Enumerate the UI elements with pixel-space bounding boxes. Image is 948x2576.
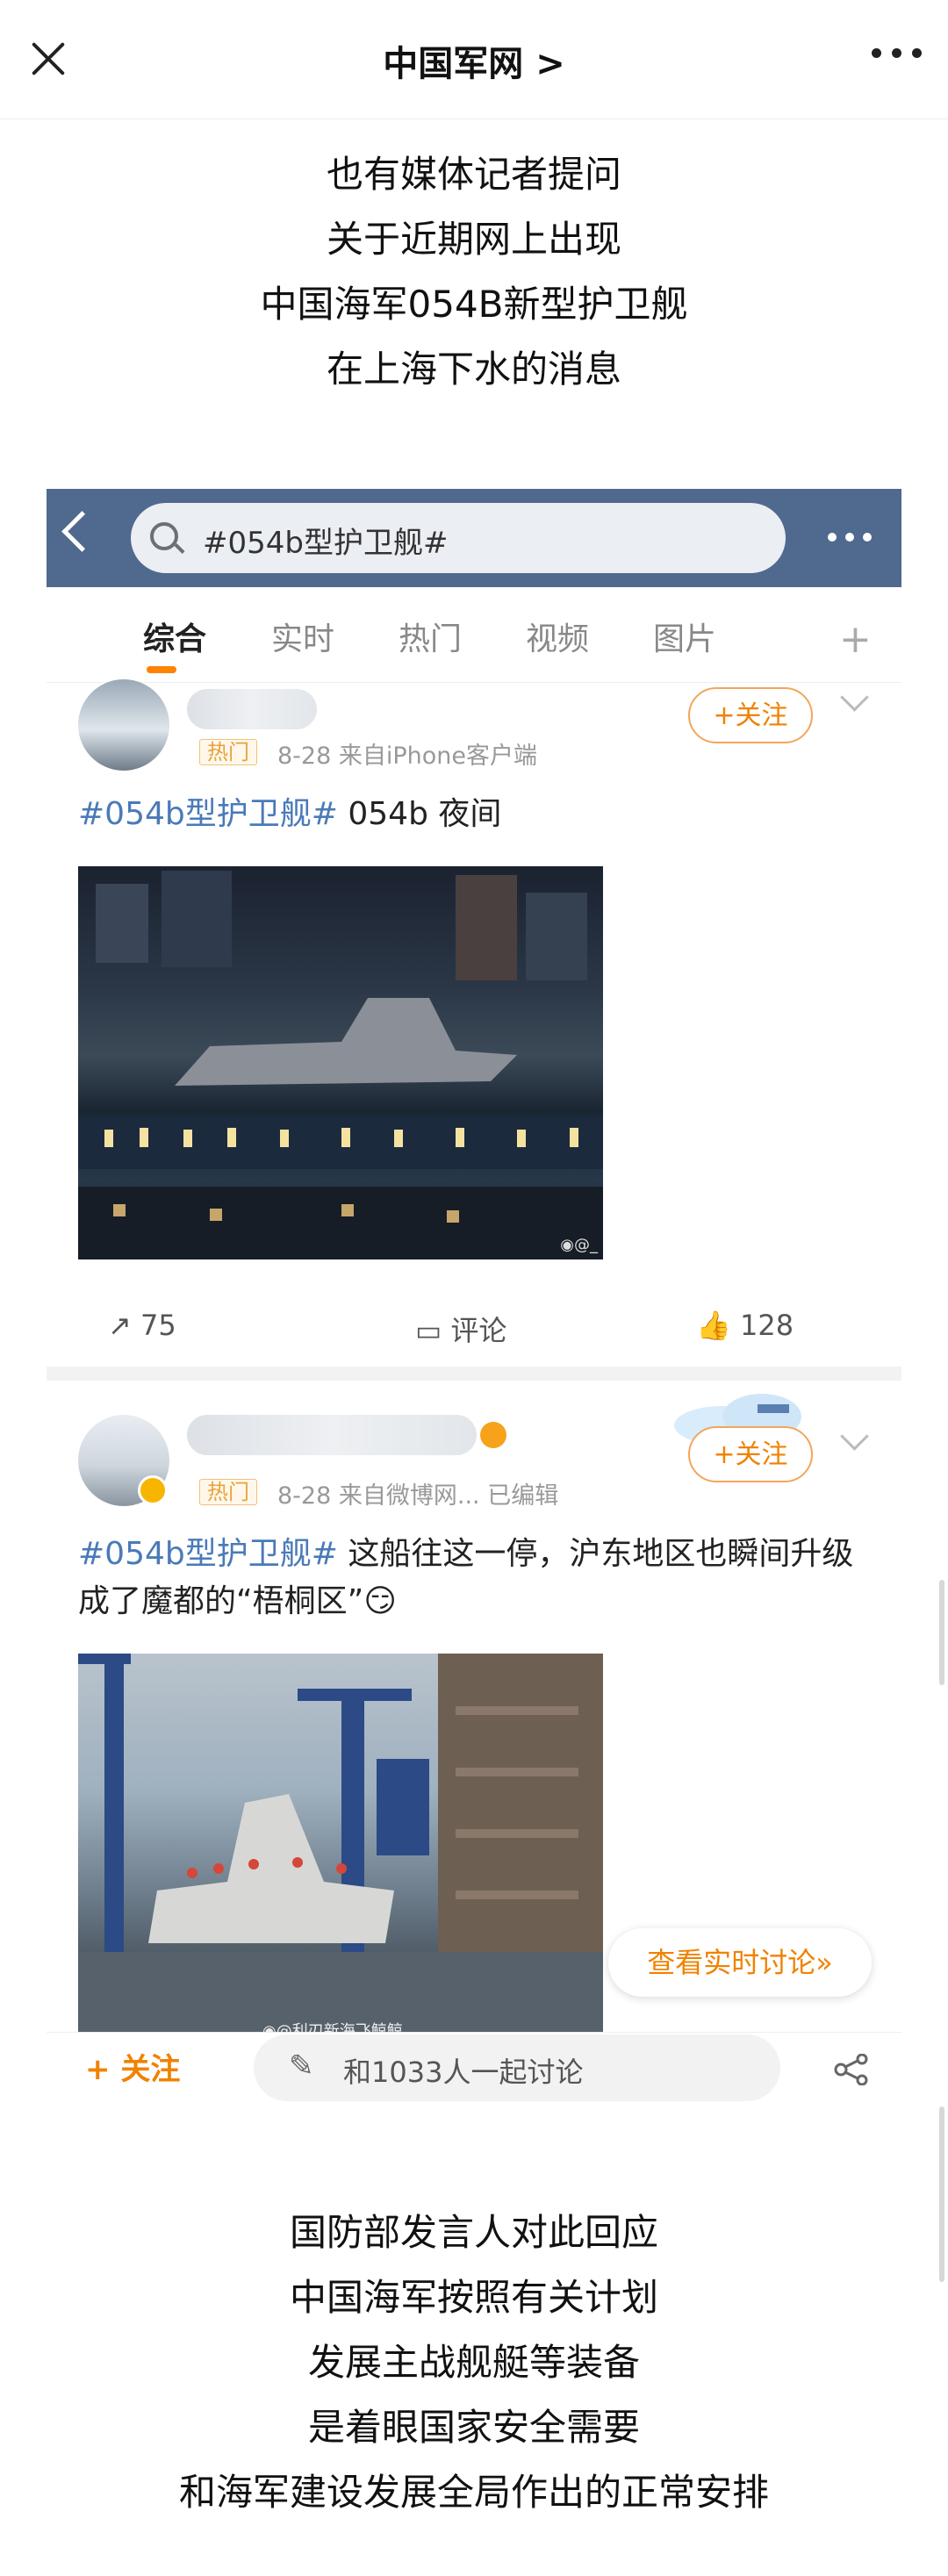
- article-paragraph-top: 也有媒体记者提问 关于近期网上出现 中国海军054B新型护卫舰 在上海下水的消息: [0, 142, 948, 402]
- article-paragraph-bottom: 国防部发言人对此回应 中国海军按照有关计划 发展主战舰艇等装备 是着眼国家安全需…: [0, 2200, 948, 2525]
- like-icon: 👍: [696, 1309, 731, 1342]
- chevron-down-icon[interactable]: [840, 683, 869, 712]
- weibo-search-header: #054b型护卫舰#: [47, 489, 901, 587]
- search-bar[interactable]: #054b型护卫舰#: [131, 503, 786, 573]
- filter-tabs: 综合 实时 热门 视频 图片: [47, 587, 901, 683]
- app-title[interactable]: 中国军网 >: [0, 35, 948, 86]
- share-icon[interactable]: [834, 2054, 869, 2085]
- post-separator: [47, 1367, 901, 1381]
- search-icon: [150, 522, 178, 550]
- repost-icon: ↗: [108, 1309, 132, 1342]
- tab-hot[interactable]: 热门: [399, 614, 462, 659]
- bottom-action-bar: + 关注 ✎ 和1033人一起讨论: [47, 2032, 901, 2102]
- ship-night-illustration: [78, 871, 603, 1259]
- comment-button[interactable]: ▭ 评论: [415, 1309, 506, 1349]
- post-text: #054b型护卫舰# 054b 夜间: [78, 791, 868, 838]
- active-tab-indicator: [147, 666, 176, 673]
- post-meta: 8-28 来自iPhone客户端: [277, 743, 537, 770]
- article-line: 在上海下水的消息: [326, 348, 621, 391]
- tab-comprehensive[interactable]: 综合: [143, 614, 206, 659]
- ship-launch-illustration: [78, 1654, 603, 2047]
- topic-link[interactable]: #054b型护卫舰#: [78, 1536, 338, 1572]
- view-realtime-discussion-button[interactable]: 查看实时讨论»: [608, 1928, 872, 1997]
- fan-badge-icon: [480, 1422, 506, 1448]
- post-text: #054b型护卫舰# 这船往这一停，沪东地区也瞬间升级成了魔都的“梧桐区”😏: [78, 1531, 868, 1625]
- top-bar: 中国军网 >: [0, 0, 948, 119]
- article-line: 关于近期网上出现: [326, 218, 621, 261]
- comment-label: 评论: [450, 1314, 507, 1347]
- article-line: 发展主战舰艇等装备: [307, 2341, 640, 2384]
- article-line: 国防部发言人对此回应: [289, 2211, 658, 2254]
- post-image-ship-launch[interactable]: ◉@利刃新海飞鲸鲸: [78, 1654, 603, 2047]
- embedded-weibo-screenshot: #054b型护卫舰# 综合 实时 热门 视频 图片 + 热门 8-28 来自iP…: [47, 489, 901, 2102]
- avatar[interactable]: [78, 679, 169, 771]
- chevron-down-icon[interactable]: [840, 1422, 869, 1451]
- hot-badge: 热门: [199, 739, 257, 765]
- post-body: 054b 夜间: [337, 796, 502, 832]
- follow-topic-button[interactable]: + 关注: [85, 2045, 180, 2088]
- like-count: 128: [740, 1309, 794, 1342]
- more-options-icon[interactable]: [828, 533, 872, 542]
- smirk-emoji: 😏: [363, 1583, 397, 1619]
- article-line: 中国海军054B新型护卫舰: [260, 283, 688, 326]
- discussion-input[interactable]: ✎ 和1033人一起讨论: [254, 2034, 780, 2101]
- image-watermark: ◉@_: [560, 1236, 598, 1254]
- comment-icon: ▭: [415, 1314, 442, 1347]
- like-button[interactable]: 👍 128: [696, 1309, 794, 1342]
- follow-button[interactable]: +关注: [688, 1426, 813, 1482]
- tab-realtime[interactable]: 实时: [271, 614, 334, 659]
- topic-link[interactable]: #054b型护卫舰#: [78, 796, 338, 832]
- username-blurred[interactable]: [187, 1415, 477, 1455]
- verified-badge-icon: [138, 1475, 168, 1505]
- back-icon[interactable]: [61, 511, 103, 552]
- article-line: 是着眼国家安全需要: [307, 2406, 640, 2449]
- article-line: 和海军建设发展全局作出的正常安排: [178, 2471, 769, 2514]
- repost-button[interactable]: ↗ 75: [108, 1309, 176, 1342]
- post-meta: 8-28 来自微博网... 已编辑: [277, 1482, 559, 1510]
- article-line: 中国海军按照有关计划: [289, 2276, 658, 2319]
- username-blurred[interactable]: [187, 689, 317, 729]
- article-line: 也有媒体记者提问: [326, 153, 621, 196]
- hot-badge: 热门: [199, 1479, 257, 1505]
- repost-count: 75: [140, 1309, 176, 1342]
- post-actions: ↗ 75 ▭ 评论 👍 128: [47, 1289, 901, 1360]
- edit-icon: ✎: [289, 2049, 314, 2084]
- post-image-night-ship[interactable]: ◉@_: [78, 866, 603, 1259]
- more-options-icon[interactable]: [872, 48, 922, 58]
- discussion-placeholder: 和1033人一起讨论: [343, 2056, 584, 2089]
- search-query: #054b型护卫舰#: [203, 526, 449, 561]
- tab-images[interactable]: 图片: [653, 614, 716, 659]
- add-tab-icon[interactable]: +: [839, 617, 872, 662]
- tab-video[interactable]: 视频: [526, 614, 589, 659]
- follow-button[interactable]: +关注: [688, 687, 813, 743]
- scrollbar[interactable]: [939, 1580, 944, 1685]
